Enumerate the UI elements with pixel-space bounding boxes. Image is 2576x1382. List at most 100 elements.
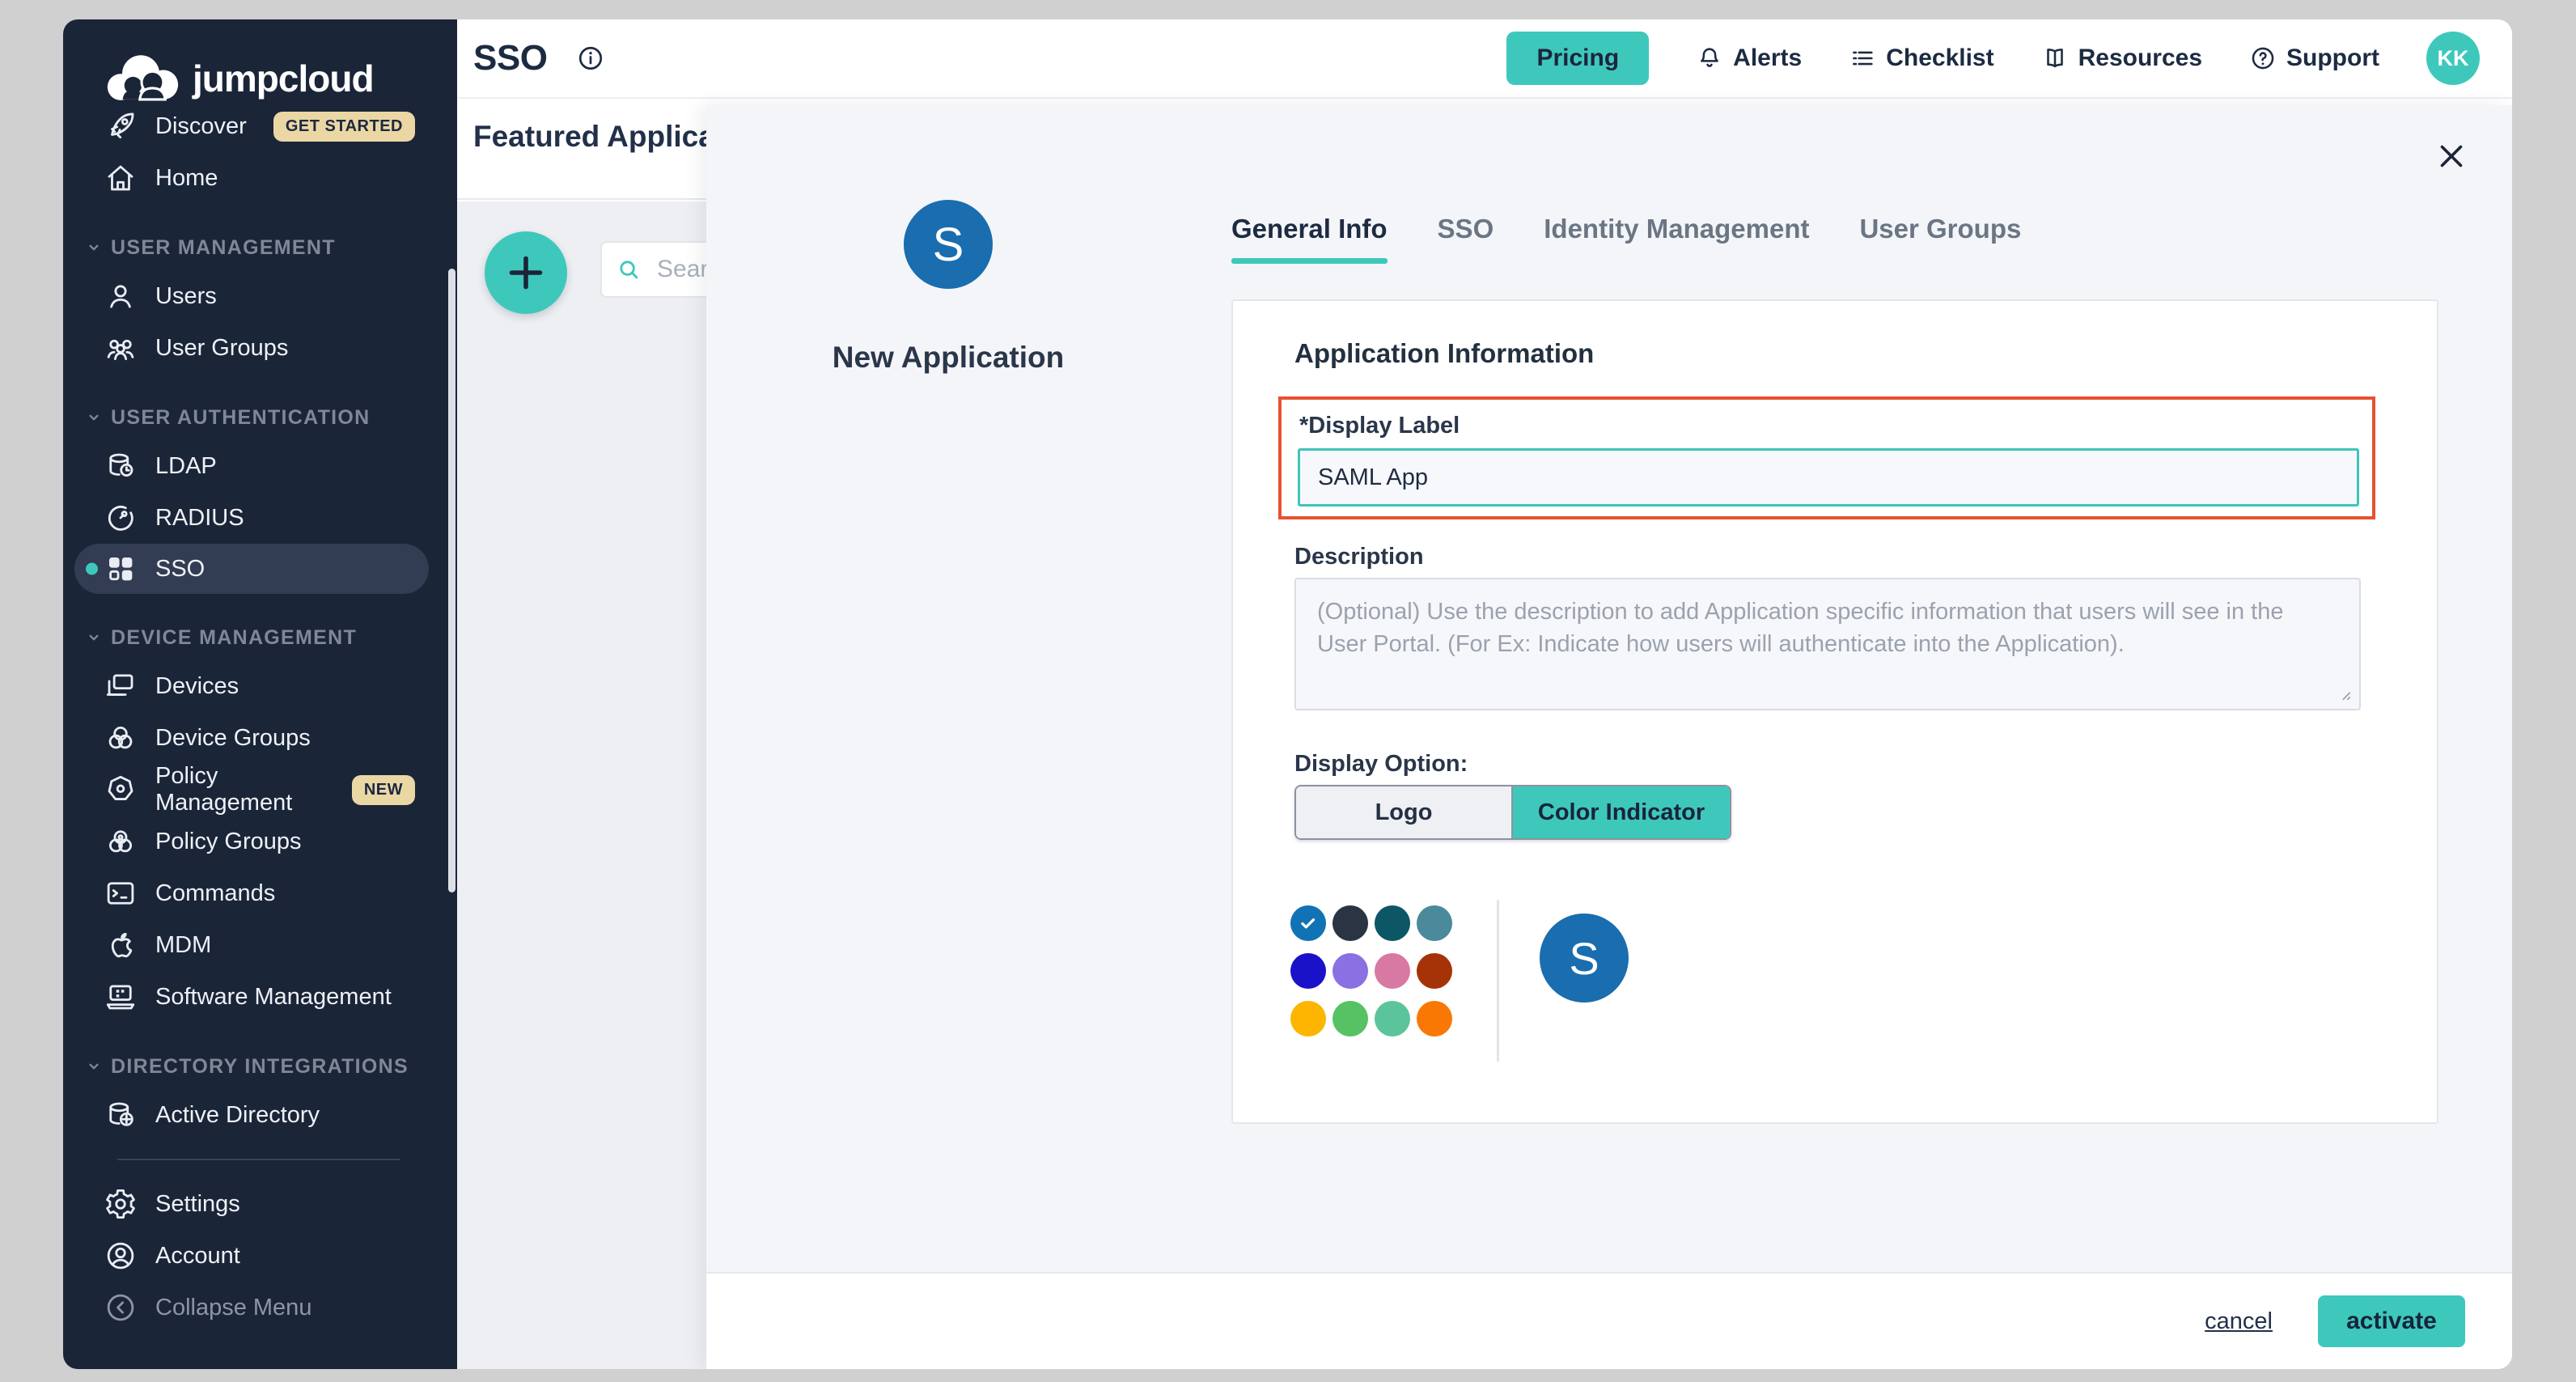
sidebar-item-sso-active[interactable]: SSO bbox=[74, 544, 429, 594]
sidebar-item-devices[interactable]: Devices bbox=[63, 660, 457, 712]
tab-user-groups[interactable]: User Groups bbox=[1859, 214, 2021, 264]
color-swatch[interactable] bbox=[1332, 1001, 1368, 1036]
color-swatch[interactable] bbox=[1290, 1001, 1326, 1036]
display-label-label: *Display Label bbox=[1299, 413, 1460, 439]
jumpcloud-cloud-icon bbox=[104, 53, 181, 104]
active-directory-icon bbox=[104, 1098, 138, 1132]
add-application-button[interactable] bbox=[485, 231, 567, 314]
alerts-button[interactable]: Alerts bbox=[1696, 45, 1802, 72]
sidebar-item-radius[interactable]: RADIUS bbox=[63, 492, 457, 544]
account-icon bbox=[104, 1239, 138, 1273]
display-option-toggle: Logo Color Indicator bbox=[1294, 785, 1731, 840]
topbar: SSO Pricing Alerts Checklist Resources S… bbox=[457, 19, 2512, 97]
active-dot bbox=[86, 563, 98, 575]
sidebar-item-label: LDAP bbox=[155, 453, 217, 480]
color-swatch[interactable] bbox=[1290, 953, 1326, 989]
sidebar-item-active-directory[interactable]: Active Directory bbox=[63, 1089, 457, 1141]
sidebar-item-account[interactable]: Account bbox=[63, 1230, 457, 1282]
section-user-management[interactable]: USER MANAGEMENT bbox=[63, 225, 457, 270]
color-swatch[interactable] bbox=[1332, 905, 1368, 941]
sidebar-item-users[interactable]: Users bbox=[63, 270, 457, 322]
color-swatch[interactable] bbox=[1417, 1001, 1452, 1036]
pricing-button[interactable]: Pricing bbox=[1506, 32, 1649, 85]
info-icon[interactable] bbox=[576, 44, 605, 73]
sidebar-item-label: Discover bbox=[155, 113, 247, 140]
jumpcloud-logo[interactable]: jumpcloud bbox=[104, 53, 457, 104]
color-swatch[interactable] bbox=[1375, 953, 1410, 989]
gear-icon bbox=[104, 1187, 138, 1221]
card-heading: Application Information bbox=[1294, 338, 1594, 369]
sidebar-item-label: User Groups bbox=[155, 335, 288, 362]
support-label: Support bbox=[2286, 45, 2379, 72]
sidebar-item-policy-groups[interactable]: Policy Groups bbox=[63, 816, 457, 867]
check-icon bbox=[1298, 913, 1319, 934]
sidebar-item-home[interactable]: Home bbox=[63, 152, 457, 204]
sidebar-item-device-groups[interactable]: Device Groups bbox=[63, 712, 457, 764]
support-button[interactable]: Support bbox=[2249, 45, 2379, 72]
sidebar-item-label: Collapse Menu bbox=[155, 1295, 311, 1321]
application-title: New Application bbox=[823, 341, 1074, 375]
application-information-card: Application Information *Display Label D… bbox=[1231, 299, 2438, 1124]
user-avatar[interactable]: KK bbox=[2426, 32, 2480, 85]
section-device-management[interactable]: DEVICE MANAGEMENT bbox=[63, 615, 457, 660]
close-modal-button[interactable] bbox=[2433, 138, 2470, 175]
section-title: DEVICE MANAGEMENT bbox=[111, 626, 357, 650]
new-badge: NEW bbox=[352, 775, 415, 805]
section-title: USER AUTHENTICATION bbox=[111, 406, 371, 430]
sidebar-item-label: Software Management bbox=[155, 984, 392, 1011]
tab-identity-management[interactable]: Identity Management bbox=[1544, 214, 1809, 264]
color-swatch-selected[interactable] bbox=[1290, 905, 1326, 941]
sidebar-item-user-groups[interactable]: User Groups bbox=[63, 322, 457, 374]
sidebar-item-policy-management[interactable]: Policy Management NEW bbox=[63, 764, 457, 816]
display-label-highlight-box: *Display Label bbox=[1278, 396, 2375, 519]
application-identity: S New Application bbox=[823, 200, 1074, 375]
sidebar-item-software-management[interactable]: Software Management bbox=[63, 971, 457, 1023]
activate-button[interactable]: activate bbox=[2318, 1295, 2465, 1347]
tab-general-info[interactable]: General Info bbox=[1231, 214, 1388, 264]
section-directory-integrations[interactable]: DIRECTORY INTEGRATIONS bbox=[63, 1044, 457, 1089]
software-laptop-icon bbox=[104, 980, 138, 1014]
tab-sso[interactable]: SSO bbox=[1438, 214, 1494, 264]
rocket-icon bbox=[104, 109, 138, 143]
cancel-button[interactable]: cancel bbox=[2205, 1308, 2273, 1335]
color-swatch[interactable] bbox=[1375, 1001, 1410, 1036]
resources-label: Resources bbox=[2078, 45, 2202, 72]
sidebar-item-discover[interactable]: Discover GET STARTED bbox=[63, 100, 457, 152]
search-icon bbox=[615, 256, 642, 283]
section-user-authentication[interactable]: USER AUTHENTICATION bbox=[63, 395, 457, 440]
sidebar-item-ldap[interactable]: LDAP bbox=[63, 440, 457, 492]
collapse-arrow-icon bbox=[104, 1291, 138, 1325]
sidebar-divider bbox=[117, 1159, 400, 1160]
sidebar-item-label: Settings bbox=[155, 1191, 240, 1218]
color-swatch[interactable] bbox=[1332, 953, 1368, 989]
sidebar-scrollbar[interactable] bbox=[448, 269, 455, 892]
color-swatch[interactable] bbox=[1417, 905, 1452, 941]
book-icon bbox=[2041, 45, 2069, 72]
sidebar-item-commands[interactable]: Commands bbox=[63, 867, 457, 919]
apple-icon bbox=[104, 928, 138, 962]
description-textarea[interactable] bbox=[1294, 578, 2361, 710]
section-title: DIRECTORY INTEGRATIONS bbox=[111, 1055, 409, 1079]
logo-option-button[interactable]: Logo bbox=[1296, 786, 1513, 838]
sidebar-item-collapse-menu[interactable]: Collapse Menu bbox=[63, 1282, 457, 1333]
checklist-button[interactable]: Checklist bbox=[1849, 45, 1993, 72]
color-swatch[interactable] bbox=[1375, 905, 1410, 941]
sidebar-item-label: Device Groups bbox=[155, 725, 311, 752]
sidebar-item-label: Policy Management bbox=[155, 763, 352, 816]
sidebar-item-settings[interactable]: Settings bbox=[63, 1178, 457, 1230]
color-swatch-grid bbox=[1290, 905, 1452, 1036]
display-option-label: Display Option: bbox=[1294, 751, 1468, 778]
swatch-preview-divider bbox=[1497, 900, 1499, 1062]
chevron-down-icon bbox=[83, 1056, 104, 1077]
sidebar-item-label: MDM bbox=[155, 932, 211, 959]
display-label-input[interactable] bbox=[1298, 448, 2359, 507]
alerts-label: Alerts bbox=[1733, 45, 1802, 72]
home-icon bbox=[104, 161, 138, 195]
sidebar-item-label: Devices bbox=[155, 673, 239, 700]
policy-groups-icon bbox=[104, 825, 138, 858]
color-indicator-option-button[interactable]: Color Indicator bbox=[1513, 786, 1730, 838]
color-swatch[interactable] bbox=[1417, 953, 1452, 989]
sidebar-item-label: Home bbox=[155, 165, 218, 192]
resources-button[interactable]: Resources bbox=[2041, 45, 2202, 72]
sidebar-item-mdm[interactable]: MDM bbox=[63, 919, 457, 971]
